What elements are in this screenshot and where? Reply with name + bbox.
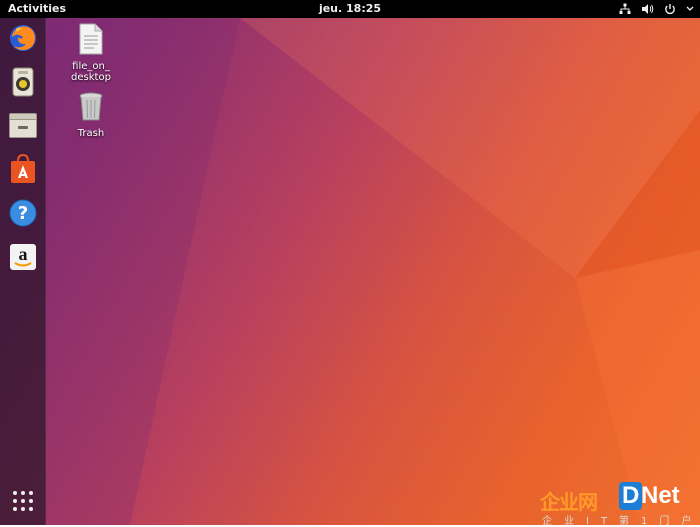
files-icon — [8, 111, 38, 143]
dock: ? a — [0, 18, 46, 525]
app-grid-icon — [12, 490, 34, 516]
power-icon[interactable] — [664, 3, 676, 15]
dock-item-rhythmbox[interactable] — [6, 67, 39, 100]
activities-button[interactable]: Activities — [8, 2, 66, 15]
show-applications-button[interactable] — [6, 486, 39, 519]
watermark-cn-text: 企业网 — [540, 490, 598, 514]
software-icon — [9, 153, 37, 188]
watermark-net: Net — [641, 482, 680, 509]
system-tray[interactable] — [619, 1, 694, 17]
dock-item-firefox[interactable] — [6, 23, 39, 56]
watermark-logo: 企业网 D Net 企业IT第1门户 — [540, 482, 700, 527]
volume-icon[interactable] — [641, 3, 654, 15]
dock-item-software[interactable] — [6, 153, 39, 188]
svg-text:?: ? — [17, 203, 27, 224]
clock[interactable]: jeu. 18:25 — [319, 2, 381, 15]
desktop-icon-label: Trash — [77, 128, 105, 139]
watermark-d: D — [619, 482, 643, 510]
dock-item-files[interactable] — [6, 110, 39, 143]
rhythmbox-icon — [10, 67, 36, 101]
firefox-icon — [8, 23, 38, 57]
desktop-icon-file[interactable]: file_on_ desktop — [61, 23, 121, 83]
trash-icon — [61, 92, 121, 125]
help-icon: ? — [9, 199, 37, 231]
network-icon[interactable] — [619, 3, 631, 15]
amazon-icon: a — [9, 243, 37, 275]
desktop-icon-label: file_on_ desktop — [71, 61, 111, 83]
svg-text:a: a — [18, 244, 27, 264]
document-icon — [61, 23, 121, 58]
dock-item-amazon[interactable]: a — [6, 242, 39, 275]
dock-item-help[interactable]: ? — [6, 198, 39, 231]
top-bar: Activities jeu. 18:25 — [0, 0, 700, 18]
desktop-icon-trash[interactable]: Trash — [61, 92, 121, 139]
chevron-down-icon[interactable] — [686, 6, 694, 12]
